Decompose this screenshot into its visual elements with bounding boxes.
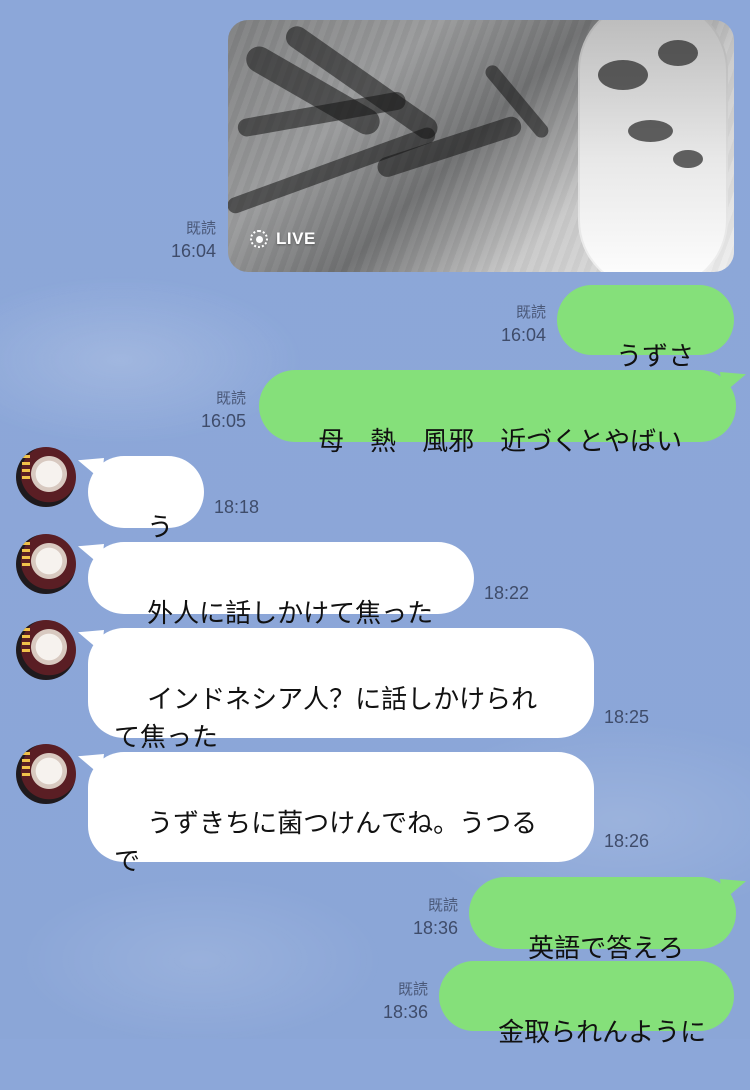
message-meta: 既読 18:36 — [392, 895, 458, 939]
message-time: 18:26 — [604, 831, 650, 851]
paw-spot — [598, 60, 648, 90]
live-photo-message[interactable]: LIVE — [228, 20, 734, 272]
avatar-detail — [22, 542, 30, 568]
avatar[interactable] — [16, 620, 76, 680]
message-time: 18:36 — [382, 1002, 428, 1022]
paw-spot — [628, 120, 673, 142]
read-receipt: 既読 — [215, 390, 246, 407]
message-meta: 既読 16:04 — [150, 218, 216, 262]
avatar[interactable] — [16, 744, 76, 804]
message-text: うずきちに菌つけんでね。うつる で — [114, 809, 538, 877]
message-time: 16:04 — [170, 241, 216, 261]
message-meta: 既読 16:04 — [480, 302, 546, 346]
message-text: 外人に話しかけて焦った — [147, 599, 434, 629]
message-meta: 既読 18:36 — [362, 979, 428, 1023]
incoming-message-bubble[interactable]: うわ — [88, 456, 204, 581]
chat-area: 既読 16:04 LIVE 既読 16:04 うずさん 既読 16:05 母 — [0, 0, 750, 1048]
message-time: 18:18 — [214, 497, 260, 517]
message-text: 金取られんように — [498, 1018, 707, 1048]
message-time: 18:22 — [484, 583, 530, 603]
avatar-detail — [22, 455, 30, 481]
incoming-message-bubble[interactable]: インドネシア人？に話しかけられ て焦った — [88, 628, 594, 753]
avatar[interactable] — [16, 447, 76, 507]
message-meta: 既読 16:05 — [180, 388, 246, 432]
message-text: インドネシア人？に話しかけられ て焦った — [114, 685, 538, 753]
message-text: 母 熱 風邪 近づくとやばい — [318, 427, 683, 457]
read-receipt: 既読 — [185, 220, 216, 237]
paw-spot — [673, 150, 703, 168]
photo-paw — [578, 20, 728, 272]
paw-spot — [658, 40, 698, 66]
avatar-detail — [22, 752, 30, 778]
avatar-detail — [22, 628, 30, 654]
incoming-message-bubble[interactable]: 外人に話しかけて焦った — [88, 542, 474, 629]
message-time: 16:04 — [500, 325, 546, 345]
avatar[interactable] — [16, 534, 76, 594]
live-badge[interactable]: LIVE — [250, 229, 316, 249]
read-receipt: 既読 — [515, 304, 546, 321]
message-time: 18:25 — [604, 707, 650, 727]
live-label: LIVE — [276, 229, 316, 248]
read-receipt: 既読 — [397, 981, 428, 998]
outgoing-message-bubble[interactable]: 母 熱 風邪 近づくとやばい — [259, 370, 736, 457]
message-time: 16:05 — [200, 411, 246, 431]
outgoing-message-bubble[interactable]: 英語で答えろや — [469, 877, 736, 1002]
incoming-message-bubble[interactable]: うずきちに菌つけんでね。うつる で — [88, 752, 594, 877]
outgoing-message-bubble[interactable]: 金取られんように — [439, 961, 734, 1048]
message-time: 18:36 — [412, 918, 458, 938]
read-receipt: 既読 — [427, 897, 458, 914]
live-photo-icon — [250, 230, 268, 248]
outgoing-message-bubble[interactable]: うずさん — [557, 285, 734, 410]
